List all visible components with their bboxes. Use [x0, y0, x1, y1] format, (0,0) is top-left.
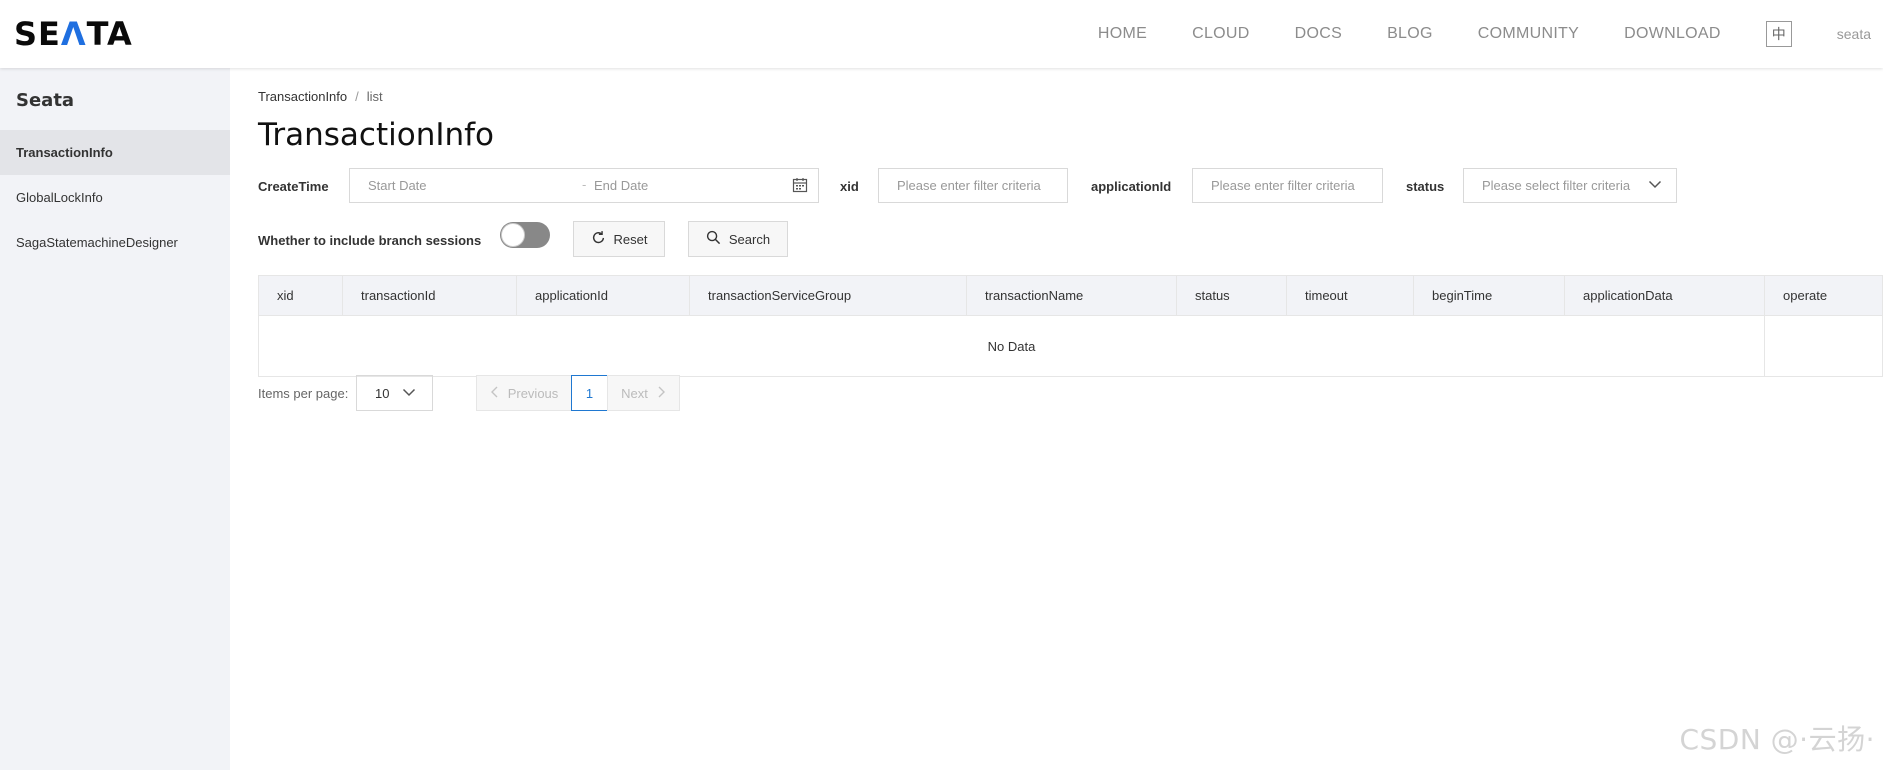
col-header-transactionname: transactionName	[966, 275, 1177, 316]
nav-blog[interactable]: BLOG	[1387, 25, 1433, 43]
previous-page-label: Previous	[507, 385, 559, 401]
branch-sessions-toggle[interactable]	[500, 222, 550, 248]
breadcrumb-parent[interactable]: TransactionInfo	[258, 89, 347, 104]
col-header-begintime: beginTime	[1413, 275, 1565, 316]
createtime-label: CreateTime	[258, 179, 329, 194]
nav-docs[interactable]: DOCS	[1295, 25, 1342, 43]
col-header-applicationid: applicationId	[516, 275, 690, 316]
nav-cloud[interactable]: CLOUD	[1192, 25, 1250, 43]
status-label: status	[1406, 179, 1445, 194]
table-header-row: xid transactionId applicationId transact…	[258, 275, 1883, 316]
search-button-label: Search	[728, 231, 771, 247]
next-page-button[interactable]: Next	[607, 375, 680, 411]
col-header-timeout: timeout	[1286, 275, 1414, 316]
xid-field-wrapper	[878, 168, 1068, 203]
nav-download[interactable]: DOWNLOAD	[1624, 25, 1721, 43]
reset-button-label: Reset	[613, 231, 648, 247]
breadcrumb-current: list	[366, 89, 383, 104]
page-size-value: 10	[375, 385, 390, 401]
chevron-down-icon	[1648, 177, 1662, 194]
language-switch-button[interactable]: 中	[1765, 21, 1792, 47]
chevron-right-icon	[656, 386, 666, 401]
page-size-select[interactable]: 10	[356, 375, 433, 411]
col-header-operate: operate	[1764, 275, 1883, 316]
status-select-placeholder: Please select filter criteria	[1482, 178, 1631, 193]
items-per-page-label: Items per page:	[258, 386, 349, 401]
nav-community[interactable]: COMMUNITY	[1478, 25, 1579, 43]
previous-page-button[interactable]: Previous	[476, 375, 572, 411]
csdn-watermark: CSDN @·云扬·	[1679, 723, 1875, 756]
top-navbar: SEΛTA HOME CLOUD DOCS BLOG COMMUNITY DOW…	[0, 0, 1883, 68]
breadcrumb-separator: /	[355, 89, 359, 104]
main-nav: HOME CLOUD DOCS BLOG COMMUNITY DOWNLOAD …	[1098, 0, 1883, 68]
xid-input[interactable]	[879, 169, 1067, 202]
next-page-label: Next	[621, 385, 648, 401]
end-date-input[interactable]	[576, 169, 776, 202]
start-date-input[interactable]	[350, 169, 550, 202]
reset-button[interactable]: Reset	[573, 221, 665, 257]
calendar-icon[interactable]	[792, 177, 808, 196]
applicationid-label: applicationId	[1091, 179, 1172, 194]
table-empty-row: No Data	[258, 315, 1883, 377]
col-header-transactionid: transactionId	[342, 275, 517, 316]
transactions-table: xid transactionId applicationId transact…	[258, 275, 1883, 377]
sidebar-item-globallockinfo[interactable]: GlobalLockInfo	[0, 175, 230, 220]
page-button-current[interactable]: 1	[571, 375, 608, 411]
table-empty-cell	[1764, 315, 1883, 377]
sidebar: Seata TransactionInfo GlobalLockInfo Sag…	[0, 68, 230, 770]
seata-logo[interactable]: SEΛTA	[14, 15, 133, 53]
sidebar-item-saga-designer[interactable]: SagaStatemachineDesigner	[0, 220, 230, 265]
col-header-xid: xid	[258, 275, 343, 316]
refresh-icon	[591, 230, 614, 248]
xid-label: xid	[840, 179, 859, 194]
search-icon	[706, 230, 729, 248]
chevron-down-icon	[402, 385, 416, 402]
search-button[interactable]: Search	[688, 221, 788, 257]
applicationid-field-wrapper	[1192, 168, 1383, 203]
status-select[interactable]: Please select filter criteria	[1463, 168, 1677, 203]
col-header-applicationdata: applicationData	[1564, 275, 1765, 316]
toggle-knob	[501, 223, 525, 247]
col-header-status: status	[1176, 275, 1287, 316]
user-name[interactable]: seata	[1837, 26, 1871, 42]
sidebar-item-transactioninfo[interactable]: TransactionInfo	[0, 130, 230, 175]
applicationid-input[interactable]	[1193, 169, 1382, 202]
sidebar-title: Seata	[16, 90, 75, 111]
date-range-picker: -	[349, 168, 819, 203]
chevron-left-icon	[490, 386, 500, 401]
logo-text: SEΛTA	[14, 15, 133, 53]
nav-home[interactable]: HOME	[1098, 25, 1147, 43]
col-header-transactionservicegroup: transactionServiceGroup	[689, 275, 967, 316]
table-empty-text: No Data	[258, 315, 1765, 377]
page-title: TransactionInfo	[258, 117, 495, 153]
breadcrumb: TransactionInfo / list	[258, 89, 383, 104]
branch-sessions-label: Whether to include branch sessions	[258, 233, 482, 248]
